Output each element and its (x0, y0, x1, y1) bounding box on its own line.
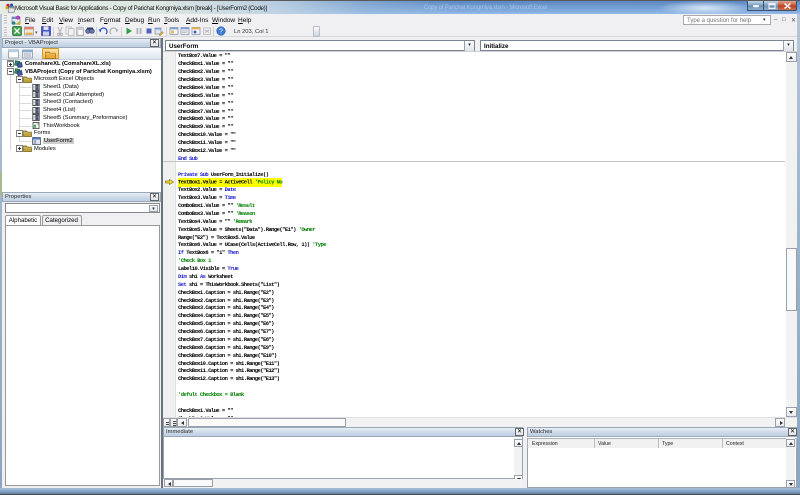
svg-text:?: ? (219, 29, 223, 36)
